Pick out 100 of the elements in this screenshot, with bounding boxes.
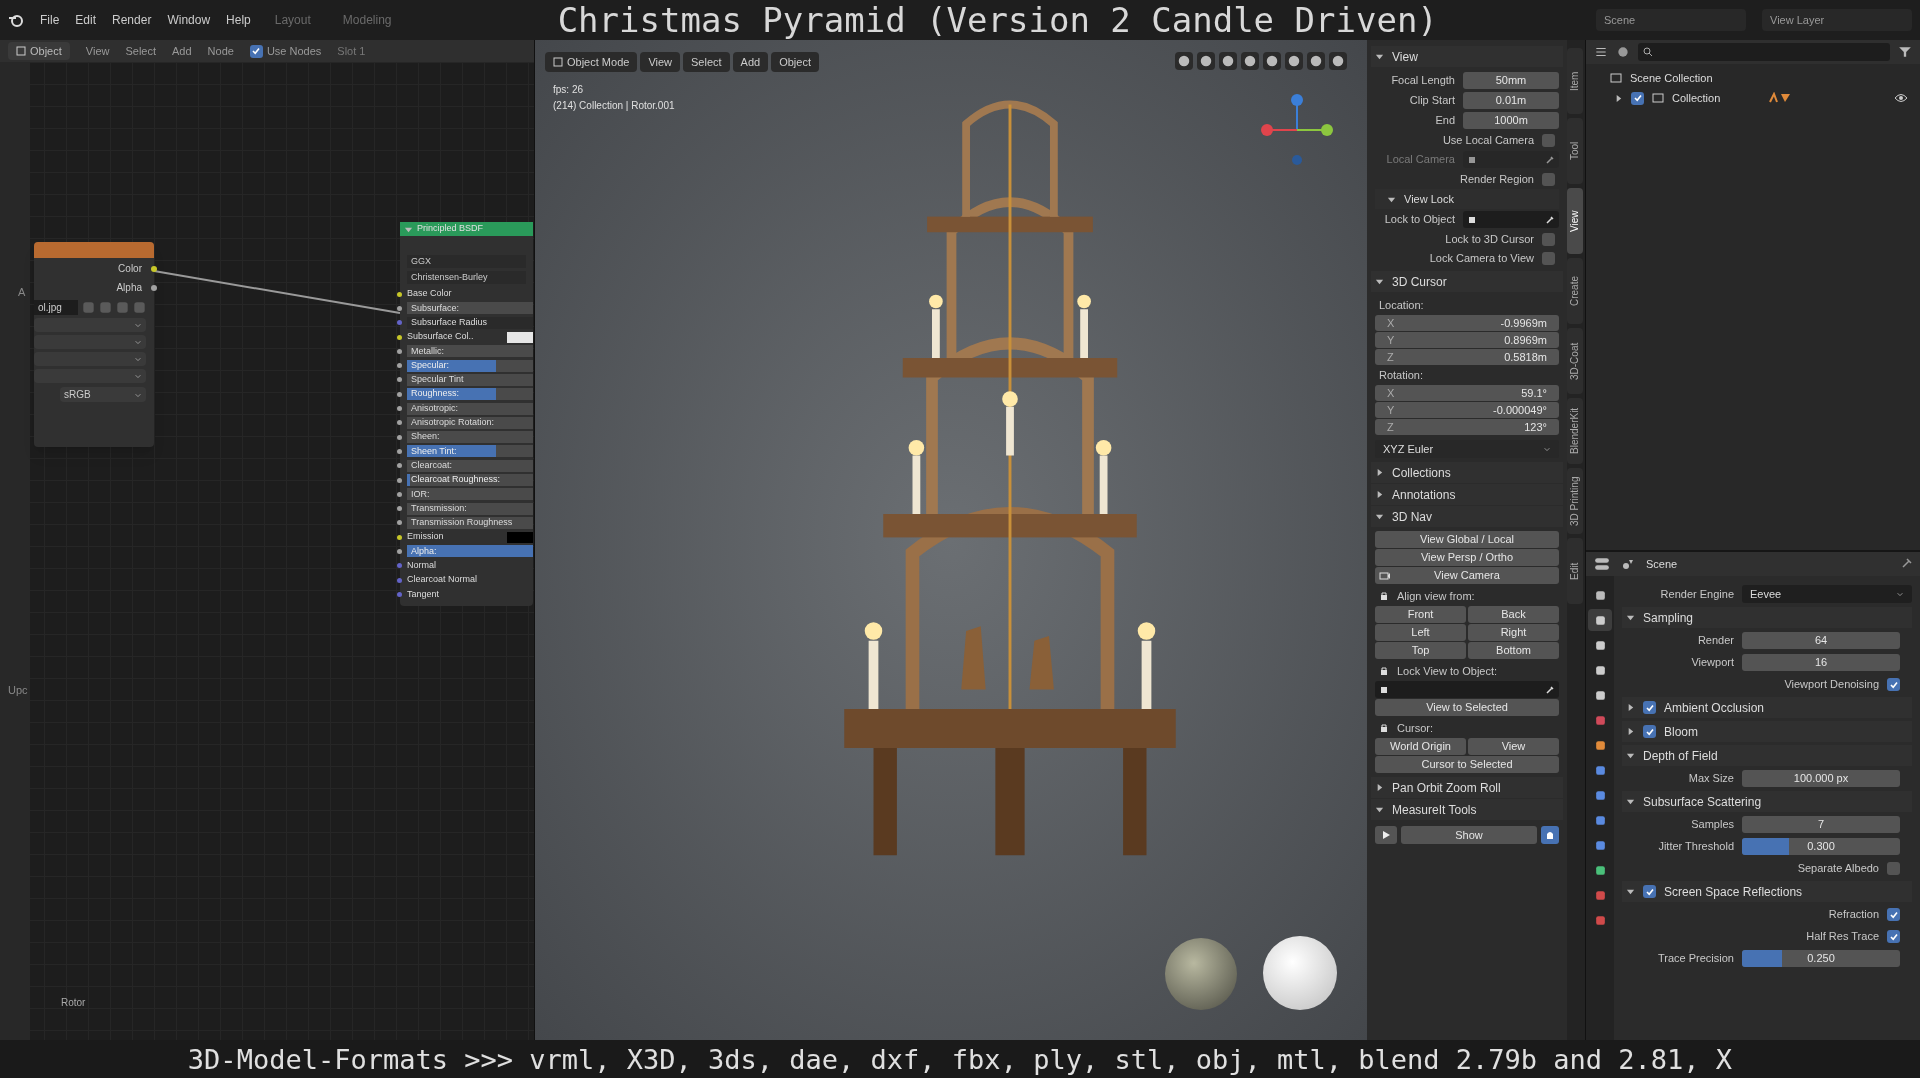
search-field[interactable] — [1638, 43, 1890, 61]
nav-button[interactable]: Left — [1375, 624, 1466, 641]
number-field[interactable]: Transmission Roughness — [407, 516, 533, 529]
panel-header[interactable]: View — [1371, 46, 1563, 67]
sidebar-tab[interactable]: 3D-Coat — [1567, 328, 1583, 394]
nav-button[interactable]: Front — [1375, 606, 1466, 623]
display-mode-icon[interactable] — [1594, 45, 1608, 59]
menu-button[interactable]: Select — [683, 52, 730, 72]
vector-component-field[interactable]: Y 0.8969m — [1375, 332, 1559, 348]
collapse-triangle-icon[interactable] — [1626, 887, 1635, 896]
checkbox[interactable] — [249, 44, 263, 58]
menu-button[interactable]: Object — [771, 52, 819, 72]
socket[interactable] — [397, 434, 402, 440]
socket[interactable] — [151, 265, 157, 272]
sidebar-tab[interactable]: 3D Printing — [1567, 468, 1583, 534]
panel-header[interactable]: Sampling — [1622, 607, 1912, 628]
dropdown[interactable]: GGX — [407, 255, 526, 268]
socket[interactable] — [151, 284, 157, 291]
panel-header[interactable]: 3D Cursor — [1371, 271, 1563, 292]
menu-item[interactable]: File — [40, 11, 60, 29]
show-button[interactable]: Show — [1401, 826, 1537, 844]
sidebar-tab[interactable]: Tool — [1567, 118, 1583, 184]
checkbox[interactable] — [1643, 725, 1656, 738]
checkbox[interactable] — [1542, 133, 1555, 147]
number-field[interactable]: Subsurface Radius — [407, 316, 533, 329]
slider[interactable]: Sheen Tint: — [407, 445, 533, 458]
nav-button[interactable]: Bottom — [1468, 642, 1559, 659]
play-button[interactable] — [1375, 826, 1397, 844]
vector-component-field[interactable]: Y -0.000049° — [1375, 402, 1559, 418]
menu-button[interactable]: Add — [732, 52, 769, 72]
color-swatch[interactable] — [507, 331, 533, 343]
tree-item[interactable]: Scene Collection — [1630, 69, 1713, 87]
nav-button[interactable]: View to Selected — [1375, 699, 1559, 716]
socket[interactable] — [397, 520, 402, 526]
number-field[interactable]: Sheen: — [407, 431, 533, 444]
sidebar-tab[interactable]: Edit — [1567, 538, 1583, 604]
socket[interactable] — [397, 448, 402, 454]
checkbox[interactable] — [1542, 251, 1555, 265]
number-field[interactable]: 1000m — [1463, 112, 1559, 129]
funnel-icon[interactable] — [1898, 45, 1912, 59]
socket[interactable] — [397, 420, 402, 426]
nav-button[interactable]: View Global / Local — [1375, 531, 1559, 548]
panel-header[interactable]: Ambient Occlusion — [1622, 697, 1912, 718]
panel-header[interactable]: MeasureIt Tools — [1371, 799, 1563, 820]
expand-triangle-icon[interactable] — [1614, 93, 1623, 103]
render-tab[interactable] — [1588, 609, 1612, 631]
nav-button[interactable]: Back — [1468, 606, 1559, 623]
slider[interactable]: 0.300 — [1742, 838, 1900, 855]
collapse-triangle-icon[interactable] — [1375, 277, 1384, 286]
menu-item[interactable]: View — [85, 42, 110, 60]
checkbox[interactable] — [1631, 91, 1644, 105]
menu-item[interactable]: Add — [172, 42, 192, 60]
panel-header[interactable]: 3D Nav — [1371, 506, 1563, 527]
menu-item[interactable]: Edit — [75, 11, 97, 29]
number-field[interactable]: Transmission: — [407, 502, 533, 515]
expand-triangle-icon[interactable] — [1626, 703, 1635, 712]
sidebar-tab[interactable]: View — [1567, 188, 1583, 254]
number-field[interactable]: IOR: — [407, 488, 533, 501]
socket[interactable] — [397, 291, 402, 297]
number-field[interactable]: Clearcoat: — [407, 459, 533, 472]
collapse-triangle-icon[interactable] — [1375, 52, 1384, 61]
image-texture-node[interactable]: Color Alpha ol.jpg sRGB — [34, 242, 154, 447]
nav-button[interactable]: Right — [1468, 624, 1559, 641]
app-logo-icon[interactable] — [8, 12, 24, 28]
socket[interactable] — [397, 305, 402, 311]
checkbox[interactable] — [1643, 701, 1656, 714]
expand-triangle-icon[interactable] — [1375, 468, 1384, 477]
number-field[interactable]: Specular Tint — [407, 373, 533, 386]
pin-icon[interactable] — [1900, 558, 1912, 570]
slider[interactable]: Specular: — [407, 359, 533, 372]
socket[interactable] — [397, 534, 402, 540]
socket[interactable] — [397, 549, 402, 554]
vector-component-field[interactable]: X -0.9969m — [1375, 315, 1559, 331]
menu-item[interactable]: Window — [167, 11, 211, 29]
expand-triangle-icon[interactable] — [1375, 783, 1384, 792]
panel-header[interactable]: Collections — [1371, 462, 1563, 483]
ghost-toggle[interactable] — [1541, 826, 1559, 844]
slider[interactable]: 0.250 — [1742, 950, 1900, 967]
dropdown[interactable]: Eevee — [1742, 585, 1912, 603]
object-menu[interactable]: Object — [8, 42, 70, 60]
eyedropper-icon[interactable] — [1545, 684, 1555, 695]
panel-header[interactable]: Screen Space Reflections — [1622, 881, 1912, 902]
nav-button[interactable]: Top — [1375, 642, 1466, 659]
socket[interactable] — [397, 363, 402, 369]
number-field[interactable]: Anisotropic Rotation: — [407, 416, 533, 429]
number-field[interactable]: 64 — [1742, 632, 1900, 649]
checkbox[interactable] — [1887, 930, 1900, 943]
expand-triangle-icon[interactable] — [1375, 490, 1384, 499]
dropdown[interactable]: XYZ Euler — [1375, 440, 1559, 458]
vector-component-field[interactable]: Z 123° — [1375, 419, 1559, 435]
nav-button[interactable]: View Camera — [1375, 567, 1559, 584]
collapse-triangle-icon[interactable] — [1626, 613, 1635, 622]
menu-item[interactable]: Help — [226, 11, 251, 29]
socket[interactable] — [397, 348, 402, 354]
view-layer-selector[interactable]: View Layer — [1762, 9, 1912, 31]
checkbox[interactable] — [1887, 908, 1900, 921]
number-field[interactable]: Anisotropic: — [407, 402, 533, 415]
color-space-dropdown[interactable]: sRGB — [60, 387, 146, 402]
object-picker-field[interactable] — [1463, 211, 1559, 228]
socket[interactable] — [397, 463, 402, 469]
